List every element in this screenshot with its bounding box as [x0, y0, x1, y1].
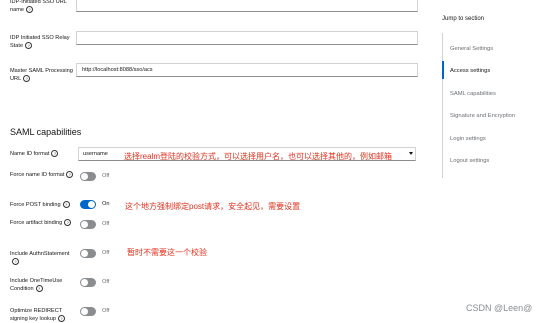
- section-title: SAML capabilities: [10, 127, 82, 137]
- force-name-id-label: Force name ID format?: [10, 171, 78, 179]
- toggle-knob: [88, 201, 95, 208]
- name-id-format-label: Name ID format?: [10, 150, 78, 158]
- optimize-redirect-label: Optimize REDIRECT signing key lookup?: [10, 307, 78, 323]
- force-artifact-state: Off: [102, 221, 110, 227]
- toggle-knob: [81, 250, 88, 257]
- help-icon[interactable]: ?: [62, 201, 70, 209]
- help-icon[interactable]: ?: [66, 171, 74, 179]
- help-icon[interactable]: ?: [23, 75, 31, 83]
- idp-initiated-name-input[interactable]: [76, 0, 418, 12]
- jump-item-logout-settings[interactable]: Logout settings: [450, 158, 489, 164]
- jump-item-general-settings[interactable]: General Settings: [450, 46, 493, 52]
- include-authn-label: Include AuthnStatement?: [10, 251, 70, 266]
- help-icon[interactable]: ?: [25, 42, 33, 50]
- select-value: username: [83, 151, 108, 157]
- toggle-knob: [81, 279, 88, 286]
- help-icon[interactable]: ?: [12, 258, 19, 266]
- idp-relay-state-input[interactable]: [76, 31, 418, 45]
- include-authn-state: Off: [102, 250, 110, 256]
- jump-to-section-nav: General Settings Access settings SAML ca…: [442, 33, 553, 178]
- annotation-name-id: 选择realm登陆的校验方式，可以选择用户名，也可以选择其他的，例如邮箱: [124, 152, 393, 161]
- annotation-authn: 暂时不需要这一个校验: [127, 248, 207, 257]
- master-saml-label: Master SAML Processing URL?: [10, 68, 73, 83]
- jump-item-login-settings[interactable]: Login settings: [450, 136, 486, 142]
- include-onetime-label: Include OneTimeUse Condition?: [10, 278, 63, 293]
- toggle-knob: [81, 221, 88, 228]
- help-icon[interactable]: ?: [58, 315, 66, 323]
- force-artifact-label: Force artifact binding?: [10, 219, 78, 227]
- force-name-id-state: Off: [102, 173, 110, 179]
- force-post-label: Force POST binding?: [10, 201, 78, 209]
- help-icon[interactable]: ?: [35, 285, 43, 293]
- toggle-knob: [81, 173, 88, 180]
- master-saml-input[interactable]: http://localhost:8088/sso/acs: [76, 63, 418, 77]
- caret-down-icon: [409, 152, 413, 155]
- idp-initiated-name-label: IDP-Initiated SSO URL name?: [10, 0, 67, 14]
- optimize-redirect-toggle[interactable]: [80, 307, 96, 316]
- jump-item-access-settings[interactable]: Access settings: [450, 68, 490, 74]
- help-icon[interactable]: ?: [26, 6, 33, 14]
- annotation-force-post: 这个地方强制绑定post请求，安全起见，需要设置: [125, 202, 301, 211]
- force-name-id-toggle[interactable]: [80, 172, 96, 181]
- include-onetime-toggle[interactable]: [80, 278, 96, 287]
- optimize-redirect-state: Off: [102, 308, 110, 314]
- jump-item-saml-capabilities[interactable]: SAML capabilities: [450, 91, 496, 97]
- help-icon[interactable]: ?: [51, 150, 59, 158]
- force-post-state: On: [102, 201, 110, 207]
- toggle-knob: [81, 308, 88, 315]
- force-artifact-toggle[interactable]: [80, 220, 96, 229]
- active-indicator: [442, 61, 444, 79]
- idp-relay-state-label: IDP Initiated SSO Relay State?: [10, 35, 70, 50]
- force-post-toggle[interactable]: [80, 200, 96, 209]
- include-authn-toggle[interactable]: [80, 249, 96, 258]
- watermark: CSDN @Leen@: [466, 303, 533, 313]
- jump-to-section-title: Jump to section: [442, 16, 485, 22]
- help-icon[interactable]: ?: [64, 219, 72, 227]
- main-form: IDP-Initiated SSO URL name? IDP Initiate…: [0, 0, 430, 323]
- jump-item-signature-encryption[interactable]: Signature and Encryption: [450, 113, 515, 119]
- include-onetime-state: Off: [102, 279, 110, 285]
